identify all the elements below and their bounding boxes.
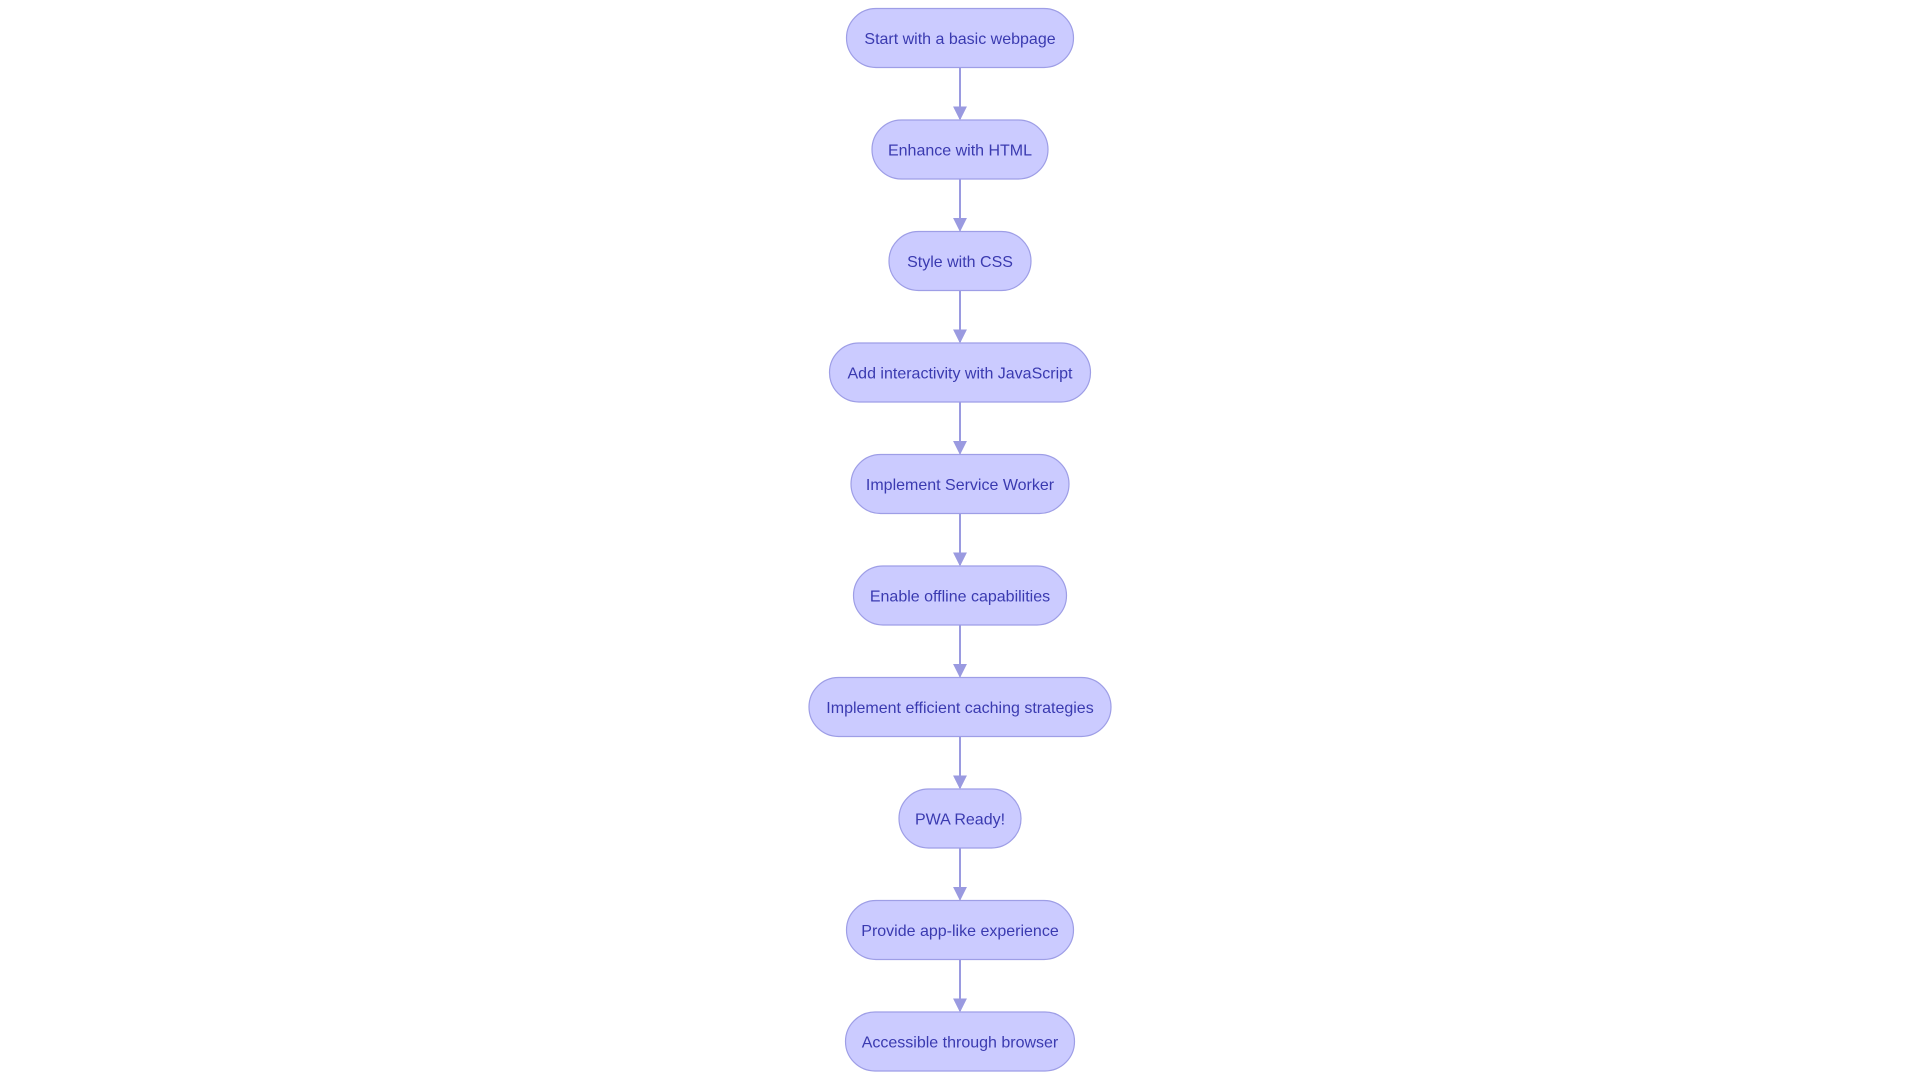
flowchart-node: PWA Ready! <box>898 788 1022 849</box>
node-label: Accessible through browser <box>862 1035 1059 1052</box>
flowchart-node: Style with CSS <box>888 230 1032 292</box>
flowchart-diagram: Start with a basic webpage Enhance with H… <box>808 7 1112 1072</box>
node-label: Enhance with HTML <box>888 143 1032 160</box>
flowchart-node: Enhance with HTML <box>871 119 1049 180</box>
flowchart-node: Implement Service Worker <box>850 453 1070 515</box>
flowchart-node: Implement efficient caching strategies <box>808 676 1112 738</box>
node-label: Provide app-like experience <box>861 923 1059 940</box>
node-label: Add interactivity with JavaScript <box>848 366 1074 383</box>
flowchart-node: Add interactivity with JavaScript <box>828 342 1092 403</box>
node-label: PWA Ready! <box>915 812 1005 829</box>
node-label: Implement efficient caching strategies <box>826 700 1093 717</box>
node-label: Style with CSS <box>907 254 1013 271</box>
node-label: Enable offline capabilities <box>870 589 1050 606</box>
flowchart-node: Enable offline capabilities <box>852 565 1068 626</box>
node-label: Implement Service Worker <box>866 477 1055 494</box>
flowchart-node: Provide app-like experience <box>845 899 1075 961</box>
flowchart-node: Start with a basic webpage <box>845 7 1075 69</box>
flowchart-node: Accessible through browser <box>844 1011 1076 1072</box>
node-label: Start with a basic webpage <box>864 31 1055 48</box>
